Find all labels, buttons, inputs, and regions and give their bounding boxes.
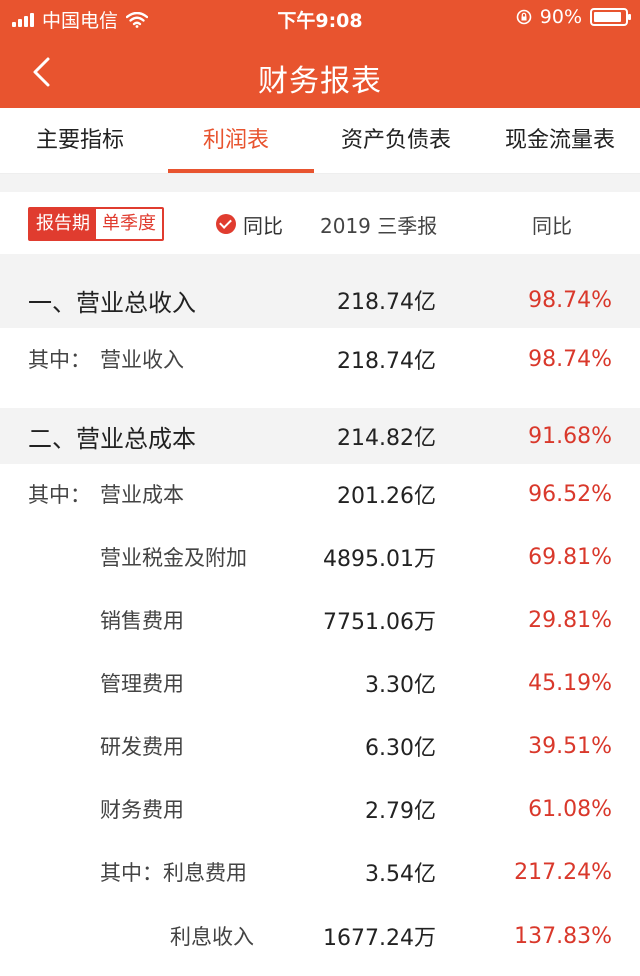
- row-value: 2.79亿: [365, 799, 436, 824]
- row-value: 218.74亿: [337, 290, 436, 315]
- row-value: 1677.24万: [323, 926, 436, 951]
- report-period-button[interactable]: 报告期: [30, 209, 96, 239]
- divider: [0, 254, 640, 272]
- row-label: 财务费用: [100, 798, 184, 822]
- filter-bar: 报告期 单季度 同比 2019 三季报 同比: [0, 192, 640, 254]
- row-label: 利息收入: [170, 925, 254, 949]
- row-yoy: 98.74%: [528, 287, 612, 313]
- row-yoy: 96.52%: [528, 481, 612, 507]
- tab-balance-sheet[interactable]: 资产负债表: [312, 108, 480, 174]
- row-prefix: 其中：: [28, 348, 91, 372]
- row-yoy: 217.24%: [514, 859, 612, 885]
- table-row[interactable]: 营业税金及附加 4895.01万 69.81%: [0, 526, 640, 588]
- period-type-switch: 报告期 单季度: [28, 207, 164, 241]
- row-label: 一、营业总收入: [28, 288, 196, 317]
- row-yoy: 91.68%: [528, 423, 612, 449]
- tab-bar: 主要指标 利润表 资产负债表 现金流量表: [0, 108, 640, 174]
- table-row[interactable]: 利息收入 1677.24万 137.83%: [0, 904, 640, 968]
- row-value: 7751.06万: [323, 610, 436, 635]
- row-label: 营业税金及附加: [100, 546, 247, 570]
- single-quarter-button[interactable]: 单季度: [96, 209, 162, 239]
- row-label: 营业成本: [100, 483, 184, 507]
- row-label: 其中：利息费用: [100, 861, 247, 885]
- row-yoy: 39.51%: [528, 733, 612, 759]
- status-bar: 中国电信 下午9:08 90%: [0, 0, 640, 36]
- period-label: 2019 三季报: [320, 214, 438, 238]
- row-value: 3.30亿: [365, 673, 436, 698]
- row-label: 销售费用: [100, 609, 184, 633]
- yoy-column-header: 同比: [532, 214, 572, 238]
- row-label: 管理费用: [100, 672, 184, 696]
- row-yoy: 61.08%: [528, 796, 612, 822]
- page-title: 财务报表: [258, 64, 382, 99]
- row-value: 3.54亿: [365, 862, 436, 887]
- table-row[interactable]: 其中： 营业成本 201.26亿 96.52%: [0, 464, 640, 524]
- rotation-lock-icon: [516, 9, 532, 25]
- status-right: 90%: [516, 6, 631, 28]
- table-row[interactable]: 一、营业总收入 218.74亿 98.74%: [0, 272, 640, 328]
- divider: [0, 174, 640, 192]
- row-value: 6.30亿: [365, 736, 436, 761]
- table-row[interactable]: 销售费用 7751.06万 29.81%: [0, 589, 640, 651]
- yoy-toggle-label[interactable]: 同比: [243, 210, 283, 239]
- active-tab-indicator: [168, 169, 314, 173]
- row-label: 二、营业总成本: [28, 424, 196, 453]
- table-row[interactable]: 财务费用 2.79亿 61.08%: [0, 778, 640, 840]
- row-value: 4895.01万: [323, 547, 436, 572]
- row-yoy: 69.81%: [528, 544, 612, 570]
- tab-income-statement[interactable]: 利润表: [160, 108, 312, 174]
- row-value: 201.26亿: [337, 484, 436, 509]
- table-row[interactable]: 其中： 营业收入 218.74亿 98.74%: [0, 328, 640, 390]
- battery-icon: [590, 8, 631, 26]
- battery-level: [594, 12, 621, 22]
- row-prefix: 其中：: [28, 483, 91, 507]
- tab-cash-flow[interactable]: 现金流量表: [480, 108, 640, 174]
- row-yoy: 98.74%: [528, 346, 612, 372]
- row-value: 214.82亿: [337, 426, 436, 451]
- table-row[interactable]: 其中：利息费用 3.54亿 217.24%: [0, 841, 640, 903]
- check-icon[interactable]: [216, 214, 236, 234]
- row-label: 研发费用: [100, 735, 184, 759]
- row-yoy: 29.81%: [528, 607, 612, 633]
- row-value: 218.74亿: [337, 349, 436, 374]
- row-yoy: 137.83%: [514, 923, 612, 949]
- table-row[interactable]: 研发费用 6.30亿 39.51%: [0, 715, 640, 777]
- table-row[interactable]: 管理费用 3.30亿 45.19%: [0, 652, 640, 714]
- table-row[interactable]: 二、营业总成本 214.82亿 91.68%: [0, 408, 640, 464]
- row-yoy: 45.19%: [528, 670, 612, 696]
- row-label: 营业收入: [100, 348, 184, 372]
- battery-percent: 90%: [539, 6, 582, 28]
- tab-main-indicators[interactable]: 主要指标: [0, 108, 160, 174]
- app-header: 中国电信 下午9:08 90% 财务报表: [0, 0, 640, 108]
- nav-bar: 财务报表: [0, 36, 640, 108]
